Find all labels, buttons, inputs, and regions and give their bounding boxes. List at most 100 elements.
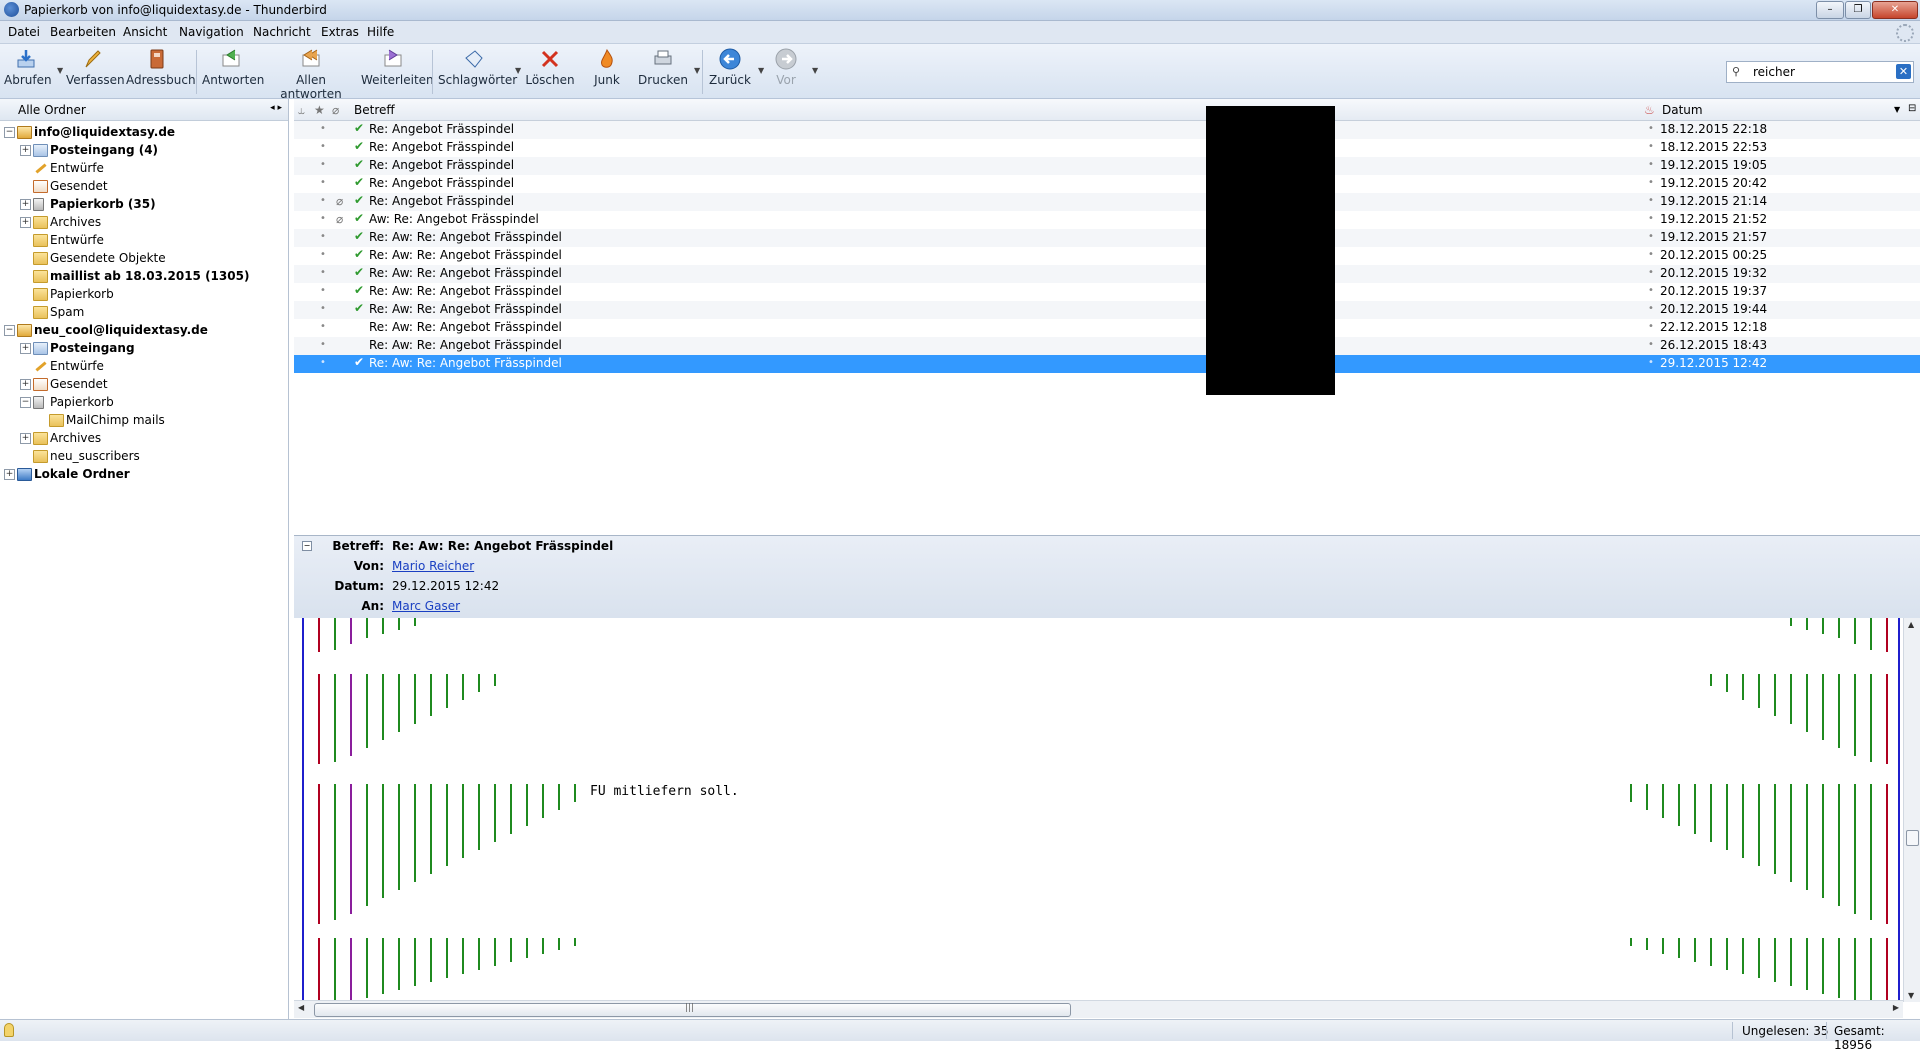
- read-status-icon[interactable]: •: [320, 321, 326, 332]
- collapse-twisty-icon[interactable]: −: [4, 325, 15, 336]
- clear-search-icon[interactable]: ✕: [1896, 64, 1911, 79]
- junk-status-icon[interactable]: •: [1648, 303, 1654, 314]
- message-row[interactable]: • ✔ Re: Angebot Frässpindel • 19.12.2015 19:…: [294, 157, 1920, 175]
- menu-bearbeiten[interactable]: Bearbeiten: [50, 25, 116, 39]
- read-status-icon[interactable]: •: [320, 285, 326, 296]
- folder-item[interactable]: Gesendete Objekte: [0, 250, 288, 268]
- folder-item[interactable]: Spam: [0, 304, 288, 322]
- menu-hilfe[interactable]: Hilfe: [367, 25, 394, 39]
- junk-status-icon[interactable]: •: [1648, 231, 1654, 242]
- folder-item[interactable]: − info@liquidextasy.de: [0, 124, 288, 142]
- get-messages-button[interactable]: Abrufen: [4, 48, 52, 87]
- delete-button[interactable]: Löschen: [524, 48, 576, 87]
- folder-item[interactable]: Entwürfe: [0, 232, 288, 250]
- read-status-icon[interactable]: •: [320, 195, 326, 206]
- read-status-icon[interactable]: •: [320, 141, 326, 152]
- folder-item[interactable]: + Archives: [0, 214, 288, 232]
- hscroll-thumb[interactable]: |||: [314, 1003, 1071, 1017]
- junk-button[interactable]: Junk: [587, 48, 627, 87]
- folder-pane-header[interactable]: Alle Ordner ◂ ▸: [0, 99, 288, 121]
- date-column-header[interactable]: Datum: [1662, 103, 1703, 117]
- folder-item[interactable]: Entwürfe: [0, 358, 288, 376]
- read-status-icon[interactable]: •: [320, 213, 326, 224]
- body-horizontal-scrollbar[interactable]: ◀ ||| ▶: [294, 1000, 1903, 1018]
- message-row[interactable]: • ⌀ ✔ Aw: Re: Angebot Frässpindel • 19.12.201…: [294, 211, 1920, 229]
- expand-twisty-icon[interactable]: +: [20, 343, 31, 354]
- read-status-icon[interactable]: •: [320, 357, 326, 368]
- junk-status-icon[interactable]: •: [1648, 141, 1654, 152]
- junk-status-icon[interactable]: •: [1648, 267, 1654, 278]
- folder-item[interactable]: Papierkorb: [0, 286, 288, 304]
- attachment-col-icon[interactable]: ⌀: [332, 103, 339, 117]
- scroll-up-icon[interactable]: ▲: [1908, 620, 1914, 629]
- read-status-icon[interactable]: •: [320, 303, 326, 314]
- compose-button[interactable]: Verfassen: [66, 48, 125, 87]
- quick-search[interactable]: ⚲ ✕: [1726, 61, 1914, 83]
- read-status-icon[interactable]: •: [320, 231, 326, 242]
- to-link[interactable]: Marc Gaser: [392, 599, 460, 613]
- scroll-right-icon[interactable]: ▶: [1893, 1003, 1899, 1012]
- read-status-icon[interactable]: •: [320, 267, 326, 278]
- message-row[interactable]: • ✔ Re: Aw: Re: Angebot Frässpindel • 20.12.…: [294, 247, 1920, 265]
- menu-ansicht[interactable]: Ansicht: [123, 25, 167, 39]
- folder-item[interactable]: + Archives: [0, 430, 288, 448]
- folder-item[interactable]: MailChimp mails: [0, 412, 288, 430]
- menu-extras[interactable]: Extras: [321, 25, 359, 39]
- message-row[interactable]: • ✔ Re: Aw: Re: Angebot Frässpindel • 19.12.…: [294, 229, 1920, 247]
- message-row[interactable]: • Re: Aw: Re: Angebot Frässpindel • 22.12.2…: [294, 319, 1920, 337]
- folder-item[interactable]: Gesendet: [0, 178, 288, 196]
- scroll-left-icon[interactable]: ◀: [298, 1003, 304, 1012]
- column-picker-icon[interactable]: ⊟: [1908, 103, 1916, 114]
- reply-all-button[interactable]: Allen antworten: [268, 48, 354, 101]
- read-status-icon[interactable]: •: [320, 339, 326, 350]
- expand-twisty-icon[interactable]: +: [4, 469, 15, 480]
- read-status-icon[interactable]: •: [320, 159, 326, 170]
- folder-item[interactable]: − neu_cool@liquidextasy.de: [0, 322, 288, 340]
- folder-item[interactable]: + Posteingang: [0, 340, 288, 358]
- read-status-icon[interactable]: •: [320, 123, 326, 134]
- folder-mode-arrows-icon[interactable]: ◂ ▸: [270, 103, 282, 113]
- junk-col-icon[interactable]: ♨: [1644, 103, 1655, 117]
- tags-button[interactable]: Schlagwörter: [438, 48, 517, 87]
- menu-datei[interactable]: Datei: [8, 25, 40, 39]
- junk-status-icon[interactable]: •: [1648, 123, 1654, 134]
- expand-twisty-icon[interactable]: +: [20, 199, 31, 210]
- expand-twisty-icon[interactable]: +: [20, 433, 31, 444]
- back-button[interactable]: Zurück: [708, 48, 752, 87]
- message-row[interactable]: • ✔ Re: Aw: Re: Angebot Frässpindel • 29.12.…: [294, 355, 1920, 373]
- forward-nav-button[interactable]: Vor: [766, 48, 806, 87]
- junk-status-icon[interactable]: •: [1648, 339, 1654, 350]
- scroll-thumb[interactable]: [1906, 830, 1919, 846]
- read-status-icon[interactable]: •: [320, 177, 326, 188]
- folder-item[interactable]: + Papierkorb (35): [0, 196, 288, 214]
- junk-status-icon[interactable]: •: [1648, 195, 1654, 206]
- print-button[interactable]: Drucken: [638, 48, 688, 87]
- star-col-icon[interactable]: ★: [314, 103, 325, 117]
- folder-item[interactable]: + Gesendet: [0, 376, 288, 394]
- expand-twisty-icon[interactable]: +: [20, 379, 31, 390]
- folder-item[interactable]: Entwürfe: [0, 160, 288, 178]
- junk-status-icon[interactable]: •: [1648, 249, 1654, 260]
- message-row[interactable]: • Re: Aw: Re: Angebot Frässpindel • 26.12.2…: [294, 337, 1920, 355]
- message-row[interactable]: • ✔ Re: Aw: Re: Angebot Frässpindel • 20.12.…: [294, 301, 1920, 319]
- folder-item[interactable]: + Lokale Ordner: [0, 466, 288, 484]
- from-link[interactable]: Mario Reicher: [392, 559, 474, 573]
- message-row[interactable]: • ✔ Re: Aw: Re: Angebot Frässpindel • 20.12.…: [294, 265, 1920, 283]
- junk-status-icon[interactable]: •: [1648, 285, 1654, 296]
- menu-nachricht[interactable]: Nachricht: [253, 25, 311, 39]
- junk-status-icon[interactable]: •: [1648, 177, 1654, 188]
- expand-twisty-icon[interactable]: +: [20, 217, 31, 228]
- menu-navigation[interactable]: Navigation: [179, 25, 244, 39]
- reply-button[interactable]: Antworten: [202, 48, 264, 87]
- message-row[interactable]: • ⌀ ✔ Re: Angebot Frässpindel • 19.12.2015 21…: [294, 193, 1920, 211]
- forward-button[interactable]: Weiterleiten: [361, 48, 434, 87]
- body-vertical-scrollbar[interactable]: ▲ ▼: [1903, 618, 1920, 1002]
- subject-column-header[interactable]: Betreff: [354, 103, 395, 117]
- message-row[interactable]: • ✔ Re: Aw: Re: Angebot Frässpindel • 20.12.…: [294, 283, 1920, 301]
- collapse-twisty-icon[interactable]: −: [4, 127, 15, 138]
- junk-status-icon[interactable]: •: [1648, 357, 1654, 368]
- close-button[interactable]: ✕: [1872, 1, 1918, 19]
- read-status-icon[interactable]: •: [320, 249, 326, 260]
- message-row[interactable]: • ✔ Re: Angebot Frässpindel • 18.12.2015 22:…: [294, 139, 1920, 157]
- folder-item[interactable]: + Posteingang (4): [0, 142, 288, 160]
